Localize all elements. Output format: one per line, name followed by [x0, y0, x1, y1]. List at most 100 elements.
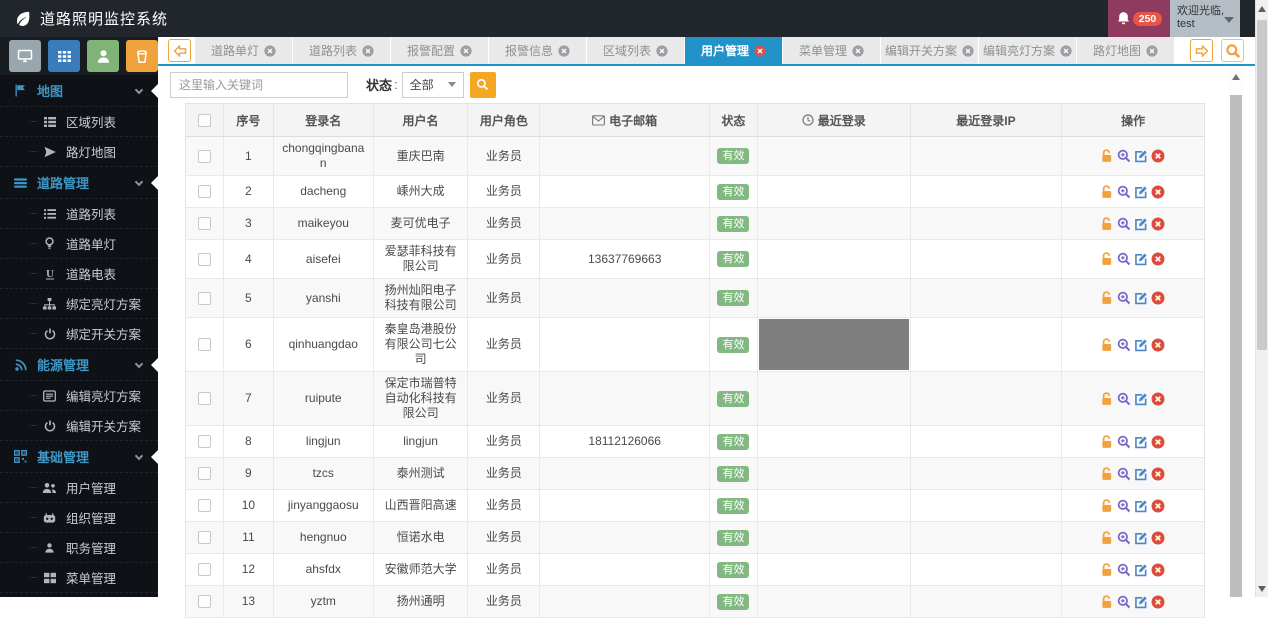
- zoom-in-icon[interactable]: [1117, 252, 1131, 266]
- edit-icon[interactable]: [1134, 338, 1148, 352]
- zoom-in-icon[interactable]: [1117, 392, 1131, 406]
- sidebar-item[interactable]: U 道路电表: [0, 259, 158, 289]
- unlock-icon[interactable]: [1101, 563, 1114, 577]
- zoom-in-icon[interactable]: [1117, 217, 1131, 231]
- sidebar-item[interactable]: 基础管理: [0, 441, 158, 473]
- sidebar-item[interactable]: 区域列表: [0, 107, 158, 137]
- sidebar-item[interactable]: 道路管理: [0, 167, 158, 199]
- unlock-icon[interactable]: [1101, 435, 1114, 449]
- unlock-icon[interactable]: [1101, 291, 1114, 305]
- unlock-icon[interactable]: [1101, 185, 1114, 199]
- edit-icon[interactable]: [1134, 435, 1148, 449]
- sidebar-item[interactable]: 能源管理: [0, 349, 158, 381]
- page-scroll-down-arrow[interactable]: [1258, 586, 1266, 592]
- tab-close-icon[interactable]: [754, 45, 766, 57]
- edit-icon[interactable]: [1134, 467, 1148, 481]
- status-select[interactable]: 全部: [402, 72, 464, 98]
- zoom-in-icon[interactable]: [1117, 467, 1131, 481]
- tab[interactable]: 道路单灯: [195, 37, 292, 64]
- zoom-in-icon[interactable]: [1117, 435, 1131, 449]
- tab-close-icon[interactable]: [1146, 45, 1158, 57]
- row-checkbox[interactable]: [198, 435, 211, 448]
- row-checkbox[interactable]: [198, 338, 211, 351]
- user-menu[interactable]: 欢迎光临, test: [1170, 0, 1240, 37]
- edit-icon[interactable]: [1134, 185, 1148, 199]
- tab[interactable]: 路灯地图: [1077, 37, 1174, 64]
- zoom-in-icon[interactable]: [1117, 185, 1131, 199]
- zoom-in-icon[interactable]: [1117, 531, 1131, 545]
- row-checkbox[interactable]: [198, 563, 211, 576]
- edit-icon[interactable]: [1134, 499, 1148, 513]
- sidebar-item[interactable]: 道路列表: [0, 199, 158, 229]
- tab[interactable]: 菜单管理: [783, 37, 880, 64]
- row-checkbox[interactable]: [198, 150, 211, 163]
- tab-close-icon[interactable]: [460, 45, 472, 57]
- unlock-icon[interactable]: [1101, 392, 1114, 406]
- delete-icon[interactable]: [1151, 252, 1165, 266]
- tab-close-icon[interactable]: [656, 45, 668, 57]
- row-checkbox[interactable]: [198, 185, 211, 198]
- grid-button[interactable]: [48, 40, 80, 72]
- edit-icon[interactable]: [1134, 563, 1148, 577]
- sidebar-item[interactable]: 菜单管理: [0, 563, 158, 593]
- tab-close-icon[interactable]: [852, 45, 864, 57]
- unlock-icon[interactable]: [1101, 252, 1114, 266]
- edit-icon[interactable]: [1134, 217, 1148, 231]
- tab[interactable]: 编辑开关方案: [881, 37, 978, 64]
- zoom-in-icon[interactable]: [1117, 338, 1131, 352]
- delete-icon[interactable]: [1151, 217, 1165, 231]
- content-scrollbar-thumb[interactable]: [1230, 95, 1242, 597]
- edit-icon[interactable]: [1134, 149, 1148, 163]
- tabs-scroll-right-button[interactable]: [1190, 39, 1213, 62]
- unlock-icon[interactable]: [1101, 499, 1114, 513]
- edit-icon[interactable]: [1134, 392, 1148, 406]
- tab-search-button[interactable]: [1221, 39, 1244, 62]
- row-checkbox[interactable]: [198, 499, 211, 512]
- row-checkbox[interactable]: [198, 217, 211, 230]
- delete-icon[interactable]: [1151, 435, 1165, 449]
- delete-icon[interactable]: [1151, 499, 1165, 513]
- sidebar-item[interactable]: 编辑开关方案: [0, 411, 158, 441]
- delete-icon[interactable]: [1151, 338, 1165, 352]
- sidebar-item[interactable]: 用户管理: [0, 473, 158, 503]
- delete-icon[interactable]: [1151, 467, 1165, 481]
- tab[interactable]: 道路列表: [293, 37, 390, 64]
- edit-icon[interactable]: [1134, 291, 1148, 305]
- scroll-up-arrow[interactable]: [1232, 74, 1240, 80]
- tab-close-icon[interactable]: [962, 45, 974, 57]
- unlock-icon[interactable]: [1101, 217, 1114, 231]
- row-checkbox[interactable]: [198, 292, 211, 305]
- tab-close-icon[interactable]: [1060, 45, 1072, 57]
- unlock-icon[interactable]: [1101, 531, 1114, 545]
- sidebar-item[interactable]: 道路单灯: [0, 229, 158, 259]
- zoom-in-icon[interactable]: [1117, 149, 1131, 163]
- zoom-in-icon[interactable]: [1117, 291, 1131, 305]
- unlock-icon[interactable]: [1101, 149, 1114, 163]
- tabs-scroll-left-button[interactable]: [168, 39, 191, 62]
- unlock-icon[interactable]: [1101, 338, 1114, 352]
- notifications-button[interactable]: 250: [1108, 0, 1170, 37]
- row-checkbox[interactable]: [198, 531, 211, 544]
- sidebar-item[interactable]: 职务管理: [0, 533, 158, 563]
- sidebar-item[interactable]: 绑定亮灯方案: [0, 289, 158, 319]
- edit-icon[interactable]: [1134, 531, 1148, 545]
- row-checkbox[interactable]: [198, 392, 211, 405]
- edit-icon[interactable]: [1134, 252, 1148, 266]
- trash-button[interactable]: [126, 40, 158, 72]
- delete-icon[interactable]: [1151, 563, 1165, 577]
- zoom-in-icon[interactable]: [1117, 499, 1131, 513]
- tab[interactable]: 用户管理: [685, 37, 782, 64]
- unlock-icon[interactable]: [1101, 467, 1114, 481]
- delete-icon[interactable]: [1151, 392, 1165, 406]
- monitor-button[interactable]: [9, 40, 41, 72]
- delete-icon[interactable]: [1151, 291, 1165, 305]
- sidebar-item[interactable]: 组织管理: [0, 503, 158, 533]
- tab-close-icon[interactable]: [264, 45, 276, 57]
- keyword-input[interactable]: [170, 72, 348, 98]
- user-button[interactable]: [87, 40, 119, 72]
- tab[interactable]: 报警信息: [489, 37, 586, 64]
- sidebar-item[interactable]: 编辑亮灯方案: [0, 381, 158, 411]
- sidebar-item[interactable]: 地图: [0, 75, 158, 107]
- zoom-in-icon[interactable]: [1117, 563, 1131, 577]
- tab[interactable]: 区域列表: [587, 37, 684, 64]
